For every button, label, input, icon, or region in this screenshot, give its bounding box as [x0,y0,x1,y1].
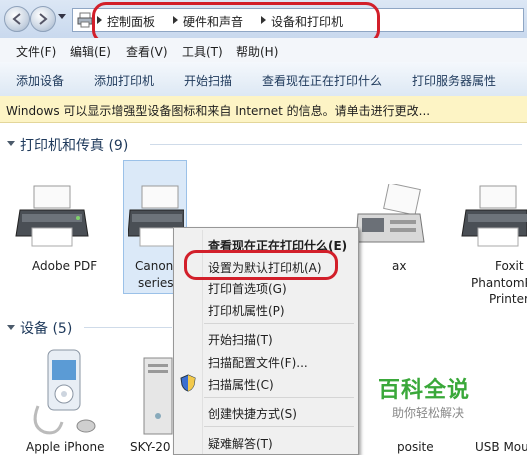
menu-item-scan-properties[interactable]: 扫描属性(C) [208,376,274,393]
address-toolbar: 控制面板 硬件和声音 设备和打印机 [0,0,527,39]
back-button[interactable] [4,6,30,32]
printer-label-adobe-pdf: Adobe PDF [32,259,98,273]
menu-item-printer-properties[interactable]: 打印机属性(P) [208,302,285,319]
menu-edit[interactable]: 编辑(E) [70,43,111,60]
menu-separator [204,323,354,324]
context-menu-icon-gutter [202,230,203,454]
menu-help[interactable]: 帮助(H) [236,43,278,60]
printer-icon[interactable] [460,184,527,252]
menu-separator [204,397,354,398]
printer-label-foxit-line1: Foxit [495,259,524,273]
computer-tower-icon[interactable] [142,356,176,436]
back-arrow-icon [12,13,21,25]
add-printer-button[interactable]: 添加打印机 [94,72,154,89]
printer-label-foxit-line3: Printer [489,292,527,306]
print-server-properties-button[interactable]: 打印服务器属性 [412,72,496,89]
iphone-icon[interactable] [28,346,108,436]
printer-label-canon-line2: series [138,276,174,290]
forward-arrow-icon [39,13,48,25]
menu-item-see-printing[interactable]: 查看现在正在打印什么(E) [208,237,347,254]
device-label-apple-iphone: Apple iPhone [26,440,105,454]
add-device-button[interactable]: 添加设备 [16,72,64,89]
breadcrumb-control-panel[interactable]: 控制面板 [107,13,155,30]
shield-icon [180,374,196,392]
breadcrumb-separator-icon [173,16,178,24]
see-printing-button[interactable]: 查看现在正在打印什么 [262,72,382,89]
forward-button[interactable] [30,6,56,32]
menu-file[interactable]: 文件(F) [16,43,56,60]
fax-icon[interactable] [356,184,426,250]
menu-item-set-default-printer[interactable]: 设置为默认打印机(A) [208,259,322,276]
printer-folder-icon [77,12,93,28]
device-label-sky: SKY-20 [130,440,171,454]
menu-item-start-scan[interactable]: 开始扫描(T) [208,331,273,348]
breadcrumb-separator-icon [261,16,266,24]
printers-group-title[interactable]: 打印机和传真 (9) [20,135,128,155]
command-bar: 添加设备 添加打印机 开始扫描 查看现在正在打印什么 打印服务器属性 [0,62,527,97]
menu-separator [204,426,354,427]
group-divider [84,327,172,328]
printer-icon[interactable] [14,184,90,252]
collapse-chevron-icon[interactable] [7,141,15,146]
devices-group-title[interactable]: 设备 (5) [20,318,72,338]
breadcrumb-devices-printers[interactable]: 设备和打印机 [271,13,343,30]
menu-item-scan-profiles[interactable]: 扫描配置文件(F)... [208,354,308,371]
info-bar-text: Windows 可以显示增强型设备图标和来自 Internet 的信息。请单击进… [6,104,431,118]
menu-view[interactable]: 查看(V) [126,43,168,60]
fax-label: ax [392,259,407,273]
collapse-chevron-icon[interactable] [7,325,15,330]
breadcrumb-separator-icon [97,16,102,24]
address-field[interactable]: 控制面板 硬件和声音 设备和打印机 [72,8,524,32]
menu-tools[interactable]: 工具(T) [182,43,223,60]
device-label-usb-mouse: USB Mou [475,440,527,454]
menu-item-troubleshoot[interactable]: 疑难解答(T) [208,435,273,452]
context-menu: 查看现在正在打印什么(E) 设置为默认打印机(A) 打印首选项(G) 打印机属性… [173,227,359,455]
info-bar[interactable]: Windows 可以显示增强型设备图标和来自 Internet 的信息。请单击进… [0,96,527,123]
group-divider [150,144,522,145]
recent-pages-chevron-icon[interactable] [58,14,66,19]
menu-item-create-shortcut[interactable]: 创建快捷方式(S) [208,405,297,422]
breadcrumb-hardware-sound[interactable]: 硬件和声音 [183,13,243,30]
menu-item-printing-preferences[interactable]: 打印首选项(G) [208,280,287,297]
start-scan-button[interactable]: 开始扫描 [184,72,232,89]
printer-label-canon-line1: Canon [135,259,174,273]
printer-label-foxit-line2: PhantomP [471,276,527,290]
watermark-logo: 百科全说 [378,378,471,403]
device-label-composite: posite [397,440,434,454]
watermark-subtitle: 助你轻松解决 [392,406,465,420]
menu-bar: 文件(F) 编辑(E) 查看(V) 工具(T) 帮助(H) [0,38,527,63]
